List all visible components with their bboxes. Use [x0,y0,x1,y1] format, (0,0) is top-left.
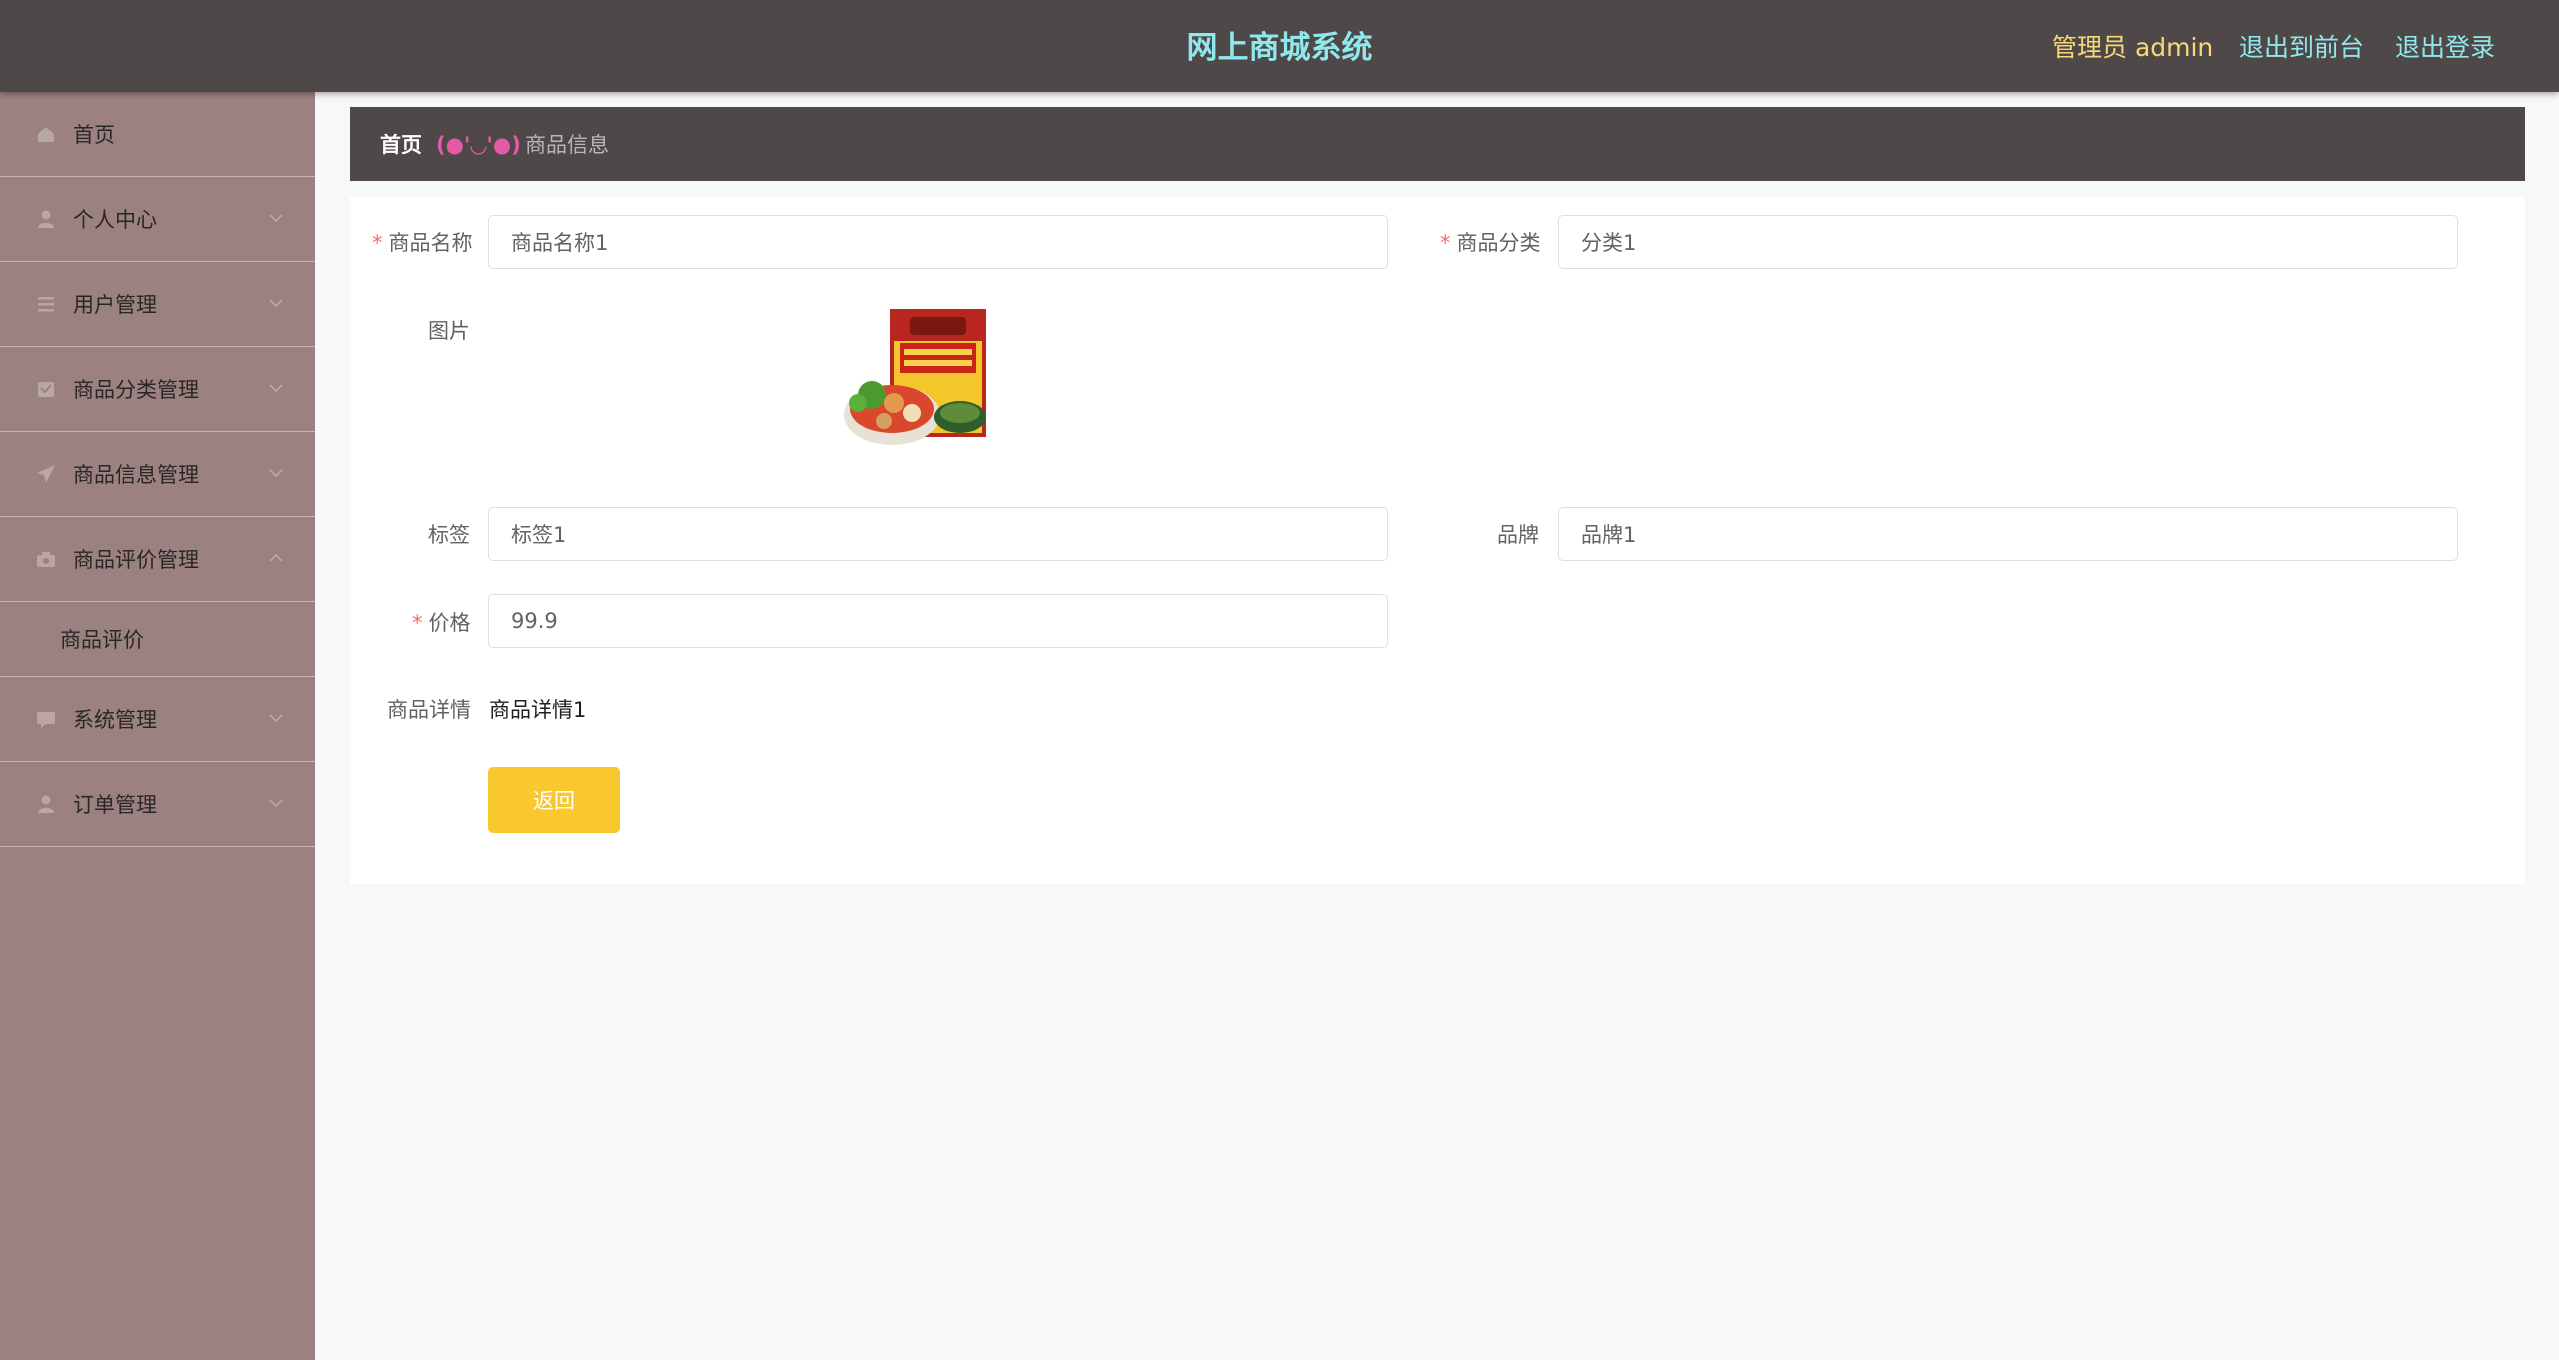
sidebar-item-label: 商品信息管理 [73,463,199,487]
brand-input[interactable] [1558,507,2458,561]
product-image[interactable] [842,305,988,449]
top-header: 网上商城系统 管理员 admin 退出到前台 退出登录 [0,0,2559,92]
sidebar-item-label: 首页 [73,123,115,147]
camera-icon [36,549,56,569]
sidebar-item-system[interactable]: 系统管理 [0,677,315,762]
chevron-down-icon [269,299,283,308]
breadcrumb-current: 商品信息 [525,133,609,157]
sidebar-item-label: 系统管理 [73,708,157,732]
sidebar-item-label: 用户管理 [73,293,157,317]
sidebar-item-review-management[interactable]: 商品评价管理 [0,517,315,602]
sidebar-item-home[interactable]: 首页 [0,92,315,177]
sidebar-item-product-info[interactable]: 商品信息管理 [0,432,315,517]
user-icon [36,794,56,814]
chevron-down-icon [269,469,283,478]
product-name-input[interactable] [488,215,1388,269]
return-button[interactable]: 返回 [488,767,620,833]
breadcrumb: 首页 (●'◡'●) 商品信息 [350,107,2525,181]
detail-label: 商品详情 [387,698,471,722]
sidebar-subitem-reviews[interactable]: 商品评价 [0,602,315,677]
breadcrumb-separator: (●'◡'●) [436,133,521,157]
tag-input[interactable] [488,507,1388,561]
detail-value: 商品详情1 [489,698,587,722]
product-category-input[interactable] [1558,215,2458,269]
sidebar-item-profile[interactable]: 个人中心 [0,177,315,262]
sidebar-item-orders[interactable]: 订单管理 [0,762,315,847]
breadcrumb-home-link[interactable]: 首页 [380,107,422,183]
image-label: 图片 [428,319,470,343]
user-icon [36,209,56,229]
tag-label: 标签 [428,523,470,547]
product-category-label: * 商品分类 [1440,231,1541,255]
sidebar-item-label: 商品评价管理 [73,548,199,572]
logout-link[interactable]: 退出登录 [2395,0,2495,92]
list-icon [36,294,56,314]
sidebar-item-category[interactable]: 商品分类管理 [0,347,315,432]
chevron-up-icon [269,553,283,562]
exit-to-front-link[interactable]: 退出到前台 [2239,0,2364,92]
sidebar-item-label: 商品分类管理 [73,378,199,402]
sidebar: 首页 个人中心 用户管理 商品分类管理 商品信息管理 商品评价管理 商品评价 系… [0,92,315,1360]
chevron-down-icon [269,214,283,223]
price-input[interactable] [488,594,1388,648]
send-icon [36,464,56,484]
brand-label: 品牌 [1497,523,1539,547]
price-label: * 价格 [412,611,471,635]
chevron-down-icon [269,714,283,723]
sidebar-item-label: 个人中心 [73,208,157,232]
sidebar-item-users[interactable]: 用户管理 [0,262,315,347]
product-detail-form: *商品名称 *商品分类 图片 标签 品牌 *价格 商品详情 商品详情1 [350,197,2525,884]
message-icon [36,709,56,729]
sidebar-item-label: 商品评价 [60,628,144,652]
chevron-down-icon [269,384,283,393]
user-info: 管理员 admin [2052,33,2214,62]
folder-icon [36,379,56,399]
home-icon [36,124,56,144]
chevron-down-icon [269,799,283,808]
sidebar-item-label: 订单管理 [73,793,157,817]
